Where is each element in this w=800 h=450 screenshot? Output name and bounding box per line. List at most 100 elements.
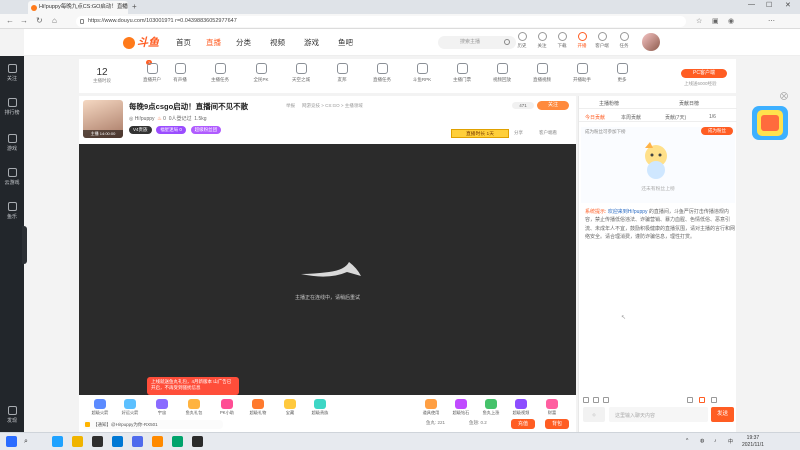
recharge-button[interactable]: 充值	[511, 419, 535, 429]
nav-home[interactable]: 首页	[176, 37, 191, 48]
func-item-3[interactable]: 全民PK	[241, 63, 281, 83]
emoji-icon[interactable]	[583, 397, 589, 403]
live-duration-badge[interactable]: 直播时长 1天	[451, 129, 509, 138]
tab-7days[interactable]: 贡献(7天)	[665, 114, 686, 121]
input-language[interactable]: 中	[728, 438, 733, 445]
profile-icon[interactable]: ◉	[728, 17, 734, 25]
search-icon[interactable]	[504, 39, 510, 45]
tab-today[interactable]: 今日贡献	[585, 114, 605, 121]
pc-client-button[interactable]: PC客户端	[681, 69, 727, 78]
fan-rank-title[interactable]: 主播粉榜	[599, 100, 619, 107]
backpack-button[interactable]: 背包	[545, 419, 569, 429]
client-watch-button[interactable]: 客户端看	[539, 130, 557, 136]
gift-item-3[interactable]: 鱼丸礼包	[179, 397, 209, 417]
nav-live[interactable]: 直播	[206, 37, 221, 48]
lucky-tag[interactable]: 福星迷局 0	[156, 126, 186, 134]
gift-item-6[interactable]: 宝藏	[275, 397, 305, 417]
nav-category[interactable]: 分类	[236, 37, 251, 48]
fans-tag[interactable]: 超级粉丝团	[190, 126, 222, 134]
client-button[interactable]: 客户端	[592, 32, 612, 49]
gift-item-1[interactable]: 好运火箭	[115, 397, 145, 417]
favorites-icon[interactable]: ☆	[696, 17, 702, 25]
history-button[interactable]: 历史	[512, 32, 532, 49]
chevron-up-icon[interactable]: ^	[686, 438, 688, 444]
gift-item-8[interactable]: 道具使用	[416, 397, 446, 417]
sidebar-item-rank[interactable]: 排行榜	[0, 98, 24, 116]
promo-notice[interactable]: 上线就送鱼丸礼包，4月新版本 山广告已开启，不再受到骚扰信息	[147, 377, 239, 395]
anchor-avatar[interactable]: 主播 14:00:00	[83, 100, 123, 138]
minimize-window-button[interactable]: —	[748, 1, 755, 8]
search-icon[interactable]: ⌕	[24, 438, 28, 446]
app-icon[interactable]	[152, 436, 163, 447]
share-button[interactable]: 分享	[514, 130, 523, 136]
func-item-11[interactable]: 开播助手	[562, 63, 602, 83]
sidebar-item-follow[interactable]: 关注	[0, 64, 24, 82]
sidebar-collapse-handle[interactable]	[22, 226, 27, 264]
gift-item-12[interactable]: 财富	[537, 397, 567, 417]
sidebar-item-discover[interactable]: 发现	[0, 406, 24, 424]
collections-icon[interactable]: ▣	[712, 17, 719, 25]
func-item-5[interactable]: 友邦	[322, 63, 362, 83]
func-item-8[interactable]: 主播门票	[442, 63, 482, 83]
gift-icon[interactable]	[603, 397, 609, 403]
report-link[interactable]: 举报	[286, 103, 295, 109]
breadcrumb[interactable]: 网游竞技 > CS:GO > 主播领域	[302, 103, 363, 109]
back-icon[interactable]: ←	[6, 16, 14, 25]
url-field[interactable]: https://www.douyu.com/1030019?1 r=0.0439…	[76, 16, 686, 27]
close-tab-icon[interactable]: ×	[121, 1, 125, 14]
gift-item-10[interactable]: 鱼丸上涨	[476, 397, 506, 417]
nav-game[interactable]: 游戏	[304, 37, 319, 48]
func-item-6[interactable]: 直播任务	[362, 63, 402, 83]
app-icon[interactable]	[172, 436, 183, 447]
gift-item-7[interactable]: 超级贵族	[305, 397, 335, 417]
explorer-icon[interactable]	[72, 436, 83, 447]
func-item-12[interactable]: 更多	[602, 63, 642, 83]
close-window-button[interactable]: ✕	[785, 1, 791, 9]
nav-video[interactable]: 视频	[270, 37, 285, 48]
edge-icon[interactable]	[52, 436, 63, 447]
video-player[interactable]: 主播正在连线中，请稍后重试 上线就送鱼丸礼包，4月新版本 山广告已开启，不再受到…	[79, 144, 576, 395]
contrib-rank-title[interactable]: 贡献日榜	[679, 100, 699, 107]
func-item-1[interactable]: 有声播	[160, 63, 200, 83]
app-icon[interactable]	[132, 436, 143, 447]
func-item-9[interactable]: 视频回放	[482, 63, 522, 83]
follow-list-button[interactable]: 关注	[532, 32, 552, 49]
anchor-name[interactable]: Hi!puppy	[135, 116, 155, 122]
nav-fishbar[interactable]: 鱼吧	[338, 37, 353, 48]
windows-start-icon[interactable]	[6, 436, 17, 447]
join-fans-button[interactable]: 成为粉丝	[701, 127, 733, 135]
streak-counter[interactable]: 12 主播时段	[87, 67, 117, 84]
broadcast-ticker[interactable]: 【通知】@Hi!puppy为你-RX501	[83, 420, 223, 429]
func-item-4[interactable]: 天空之城	[281, 63, 321, 83]
func-item-7[interactable]: 斗鱼RPK	[402, 63, 442, 83]
new-tab-icon[interactable]: +	[132, 2, 137, 11]
noble-tag[interactable]: V4贵族	[129, 126, 152, 134]
sidebar-item-fun[interactable]: 鱼乐	[0, 202, 24, 220]
network-icon[interactable]: ◍	[700, 438, 704, 444]
send-button[interactable]: 发送	[711, 407, 734, 422]
task-button[interactable]: 任务	[614, 32, 634, 49]
gift-item-4[interactable]: PK小助	[212, 397, 242, 417]
mail-app-icon[interactable]	[112, 436, 123, 447]
func-item-2[interactable]: 主播任务	[200, 63, 240, 83]
gift-item-5[interactable]: 超级礼物	[243, 397, 273, 417]
forward-icon[interactable]: →	[20, 16, 28, 25]
sidebar-item-cloud-game[interactable]: 云游戏	[0, 168, 24, 186]
volume-icon[interactable]: ♪	[714, 438, 717, 444]
search-input[interactable]: 搜索主播	[438, 36, 516, 49]
chat-input[interactable]: 这里输入聊天内容	[609, 407, 708, 422]
sidebar-item-games[interactable]: 游戏	[0, 134, 24, 152]
follow-button[interactable]: 关注	[537, 101, 569, 110]
fan-badge-icon[interactable]: ◇	[583, 407, 605, 422]
maximize-window-button[interactable]: ☐	[766, 1, 772, 9]
gift-item-11[interactable]: 超级视频	[506, 397, 536, 417]
mail-icon[interactable]	[593, 397, 599, 403]
douyu-logo[interactable]: 斗鱼	[123, 34, 159, 50]
floating-promo-icon[interactable]	[748, 92, 794, 144]
download-button[interactable]: 下载	[552, 32, 572, 49]
tab-week[interactable]: 本周贡献	[621, 114, 641, 121]
menu-icon[interactable]: ⋯	[768, 17, 775, 25]
barrage-setting-icon[interactable]	[699, 397, 705, 403]
system-clock[interactable]: 19:37 2021/11/1	[742, 435, 764, 448]
user-avatar[interactable]	[642, 33, 660, 51]
